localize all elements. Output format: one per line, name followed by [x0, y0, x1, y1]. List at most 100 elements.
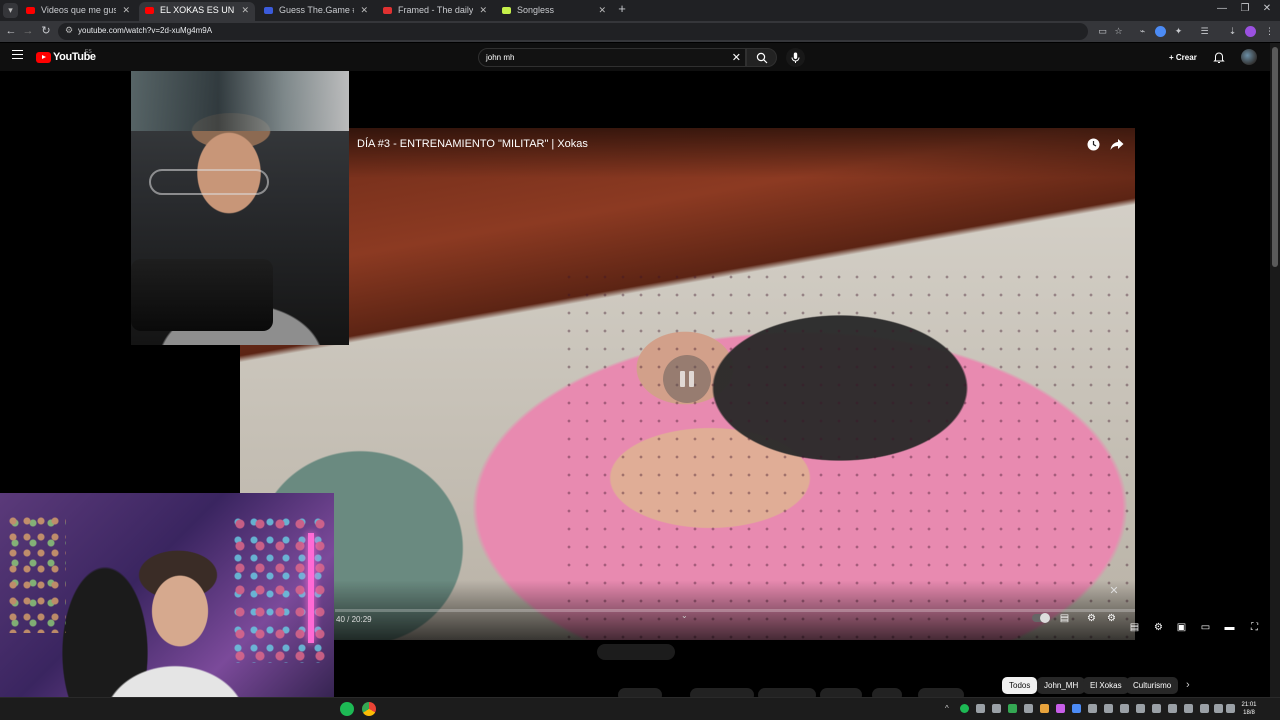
extensions-puzzle-icon[interactable]: ✦	[1173, 26, 1184, 37]
tray-spotify-icon[interactable]	[960, 704, 969, 713]
search-query: john mh	[486, 53, 515, 62]
chevron-right-icon[interactable]: ›	[1186, 679, 1190, 691]
progress-bar[interactable]	[335, 609, 1135, 612]
webcam-background-shelf	[131, 71, 349, 131]
reading-list-icon[interactable]: ☰	[1199, 26, 1210, 37]
settings-gear-icon[interactable]: ⚙	[1085, 613, 1098, 624]
notifications-bell-icon[interactable]	[1212, 50, 1226, 64]
taskbar-clock[interactable]: 21:01 18/8	[1238, 701, 1260, 717]
address-bar[interactable]: ⚙ youtube.com/watch?v=2d-xuMg4m9A	[58, 23, 1088, 40]
restore-icon[interactable]: ❐	[1238, 3, 1252, 14]
microphone-icon	[791, 52, 800, 63]
tray-app-7-icon[interactable]	[1088, 704, 1097, 713]
chrome-icon[interactable]	[362, 702, 376, 716]
tray-app-8-icon[interactable]	[1104, 704, 1113, 713]
clear-search-icon[interactable]: ✕	[732, 51, 741, 64]
bookmark-star-icon[interactable]: ☆	[1113, 26, 1124, 37]
volume-icon[interactable]	[1226, 704, 1235, 713]
tray-app-2-icon[interactable]	[1008, 704, 1017, 713]
tab-songless[interactable]: Songless ✕	[496, 2, 612, 21]
share-arrow-icon[interactable]	[1110, 138, 1124, 151]
tray-app-14-icon[interactable]	[1200, 704, 1209, 713]
voice-search-button[interactable]	[786, 48, 805, 67]
tray-app-3-icon[interactable]	[1024, 704, 1033, 713]
youtube-logo-icon[interactable]	[36, 52, 51, 63]
youtube-country-code: ES	[85, 49, 92, 55]
new-tab-button[interactable]: +	[614, 1, 630, 16]
guessthegame-favicon-icon	[264, 7, 273, 14]
tray-app-11-icon[interactable]	[1152, 704, 1161, 713]
os-taskbar: ^ 21:01 18/8	[0, 697, 1280, 720]
webcam-microphone-shape	[131, 259, 273, 331]
tray-headset-icon[interactable]	[992, 704, 1001, 713]
autoplay-toggle[interactable]	[1032, 613, 1050, 623]
settings-icon[interactable]: ⚙	[1152, 622, 1165, 633]
site-info-icon[interactable]: ⚙	[65, 25, 73, 36]
close-icon[interactable]: ✕	[598, 2, 606, 19]
picture-in-picture-icon[interactable]: ▭	[1199, 622, 1212, 633]
browser-toolbar: ← → ↻ ⚙ youtube.com/watch?v=2d-xuMg4m9A …	[0, 21, 1280, 42]
extension-2-icon[interactable]	[1155, 26, 1166, 37]
tray-app-10-icon[interactable]	[1136, 704, 1145, 713]
webcam-neon-light	[308, 533, 314, 643]
tab-videos-que-me-gustan[interactable]: Videos que me gustan - YouTube ✕	[20, 2, 136, 21]
spotify-icon[interactable]	[340, 702, 354, 716]
back-arrow-icon[interactable]: ←	[4, 24, 18, 39]
close-window-icon[interactable]: ✕	[1260, 3, 1274, 14]
watch-later-clock-icon[interactable]	[1087, 138, 1100, 151]
tray-app-4-icon[interactable]	[1040, 704, 1049, 713]
video-title[interactable]: DÍA #3 - ENTRENAMIENTO "MILITAR" | Xokas	[357, 138, 588, 150]
tab-framed[interactable]: Framed - The daily movie guess ✕	[377, 2, 493, 21]
search-button[interactable]	[746, 48, 777, 67]
close-icon[interactable]: ✕	[122, 2, 130, 19]
subtitles-icon[interactable]: ▤	[1058, 613, 1071, 624]
tray-app-5-icon[interactable]	[1056, 704, 1065, 713]
streamer-webcam-top	[131, 71, 349, 345]
tray-app-12-icon[interactable]	[1168, 704, 1177, 713]
subtitles-cc-icon[interactable]: ▤	[1128, 622, 1141, 633]
cast-icon[interactable]: ▭	[1097, 26, 1108, 37]
page-scrollbar-thumb[interactable]	[1272, 47, 1278, 267]
network-icon[interactable]	[1214, 704, 1223, 713]
tray-overflow-icon[interactable]: ^	[945, 704, 954, 713]
hamburger-menu-icon[interactable]	[12, 50, 23, 59]
reload-icon[interactable]: ↻	[39, 24, 53, 39]
webcam-glasses-shape	[149, 169, 269, 195]
close-icon[interactable]: ✕	[479, 2, 487, 19]
close-card-icon[interactable]: ✕	[1107, 584, 1121, 598]
search-input[interactable]: john mh ✕	[478, 48, 746, 67]
kebab-menu-icon[interactable]: ⋮	[1264, 26, 1275, 37]
chip-todos[interactable]: Todos	[1002, 677, 1038, 694]
account-avatar[interactable]	[1241, 49, 1257, 65]
profile-icon[interactable]	[1245, 26, 1256, 37]
download-icon[interactable]: ⇣	[1227, 26, 1238, 37]
minimize-icon[interactable]: —	[1215, 3, 1229, 14]
pause-overlay-button[interactable]	[663, 355, 711, 403]
youtube-header: YouTube ES john mh ✕ + Crear	[0, 43, 1270, 71]
chip-el-xokas[interactable]: El Xokas	[1083, 677, 1129, 694]
fullscreen-icon[interactable]: ⛶	[1248, 622, 1261, 633]
youtube-favicon-icon	[26, 7, 35, 14]
chapter-chevron-icon[interactable]: ⌄	[681, 611, 688, 620]
youtube-favicon-icon	[145, 7, 154, 14]
tray-app-9-icon[interactable]	[1120, 704, 1129, 713]
chip-culturismo[interactable]: Culturismo	[1126, 677, 1179, 694]
close-icon[interactable]: ✕	[241, 2, 249, 19]
close-icon[interactable]: ✕	[360, 2, 368, 19]
streamer-webcam-bottom	[0, 493, 334, 720]
tray-app-1-icon[interactable]	[976, 704, 985, 713]
miniplayer-icon[interactable]: ▣	[1175, 622, 1188, 633]
tab-search-button[interactable]: ▾	[3, 3, 18, 18]
theater-mode-icon[interactable]: ▬	[1223, 622, 1236, 633]
taskbar-time: 21:01	[1241, 702, 1257, 708]
tab-el-xokas[interactable]: EL XOKAS ES UN BOCAS DE LA ✕	[139, 2, 255, 21]
forward-arrow-icon[interactable]: →	[21, 24, 35, 39]
hd-settings-icon[interactable]: ⚙	[1105, 613, 1118, 624]
video-player[interactable]: DÍA #3 - ENTRENAMIENTO "MILITAR" | Xokas…	[240, 128, 1135, 640]
tray-app-6-icon[interactable]	[1072, 704, 1081, 713]
tray-app-13-icon[interactable]	[1184, 704, 1193, 713]
chip-john-mh[interactable]: John_MH	[1037, 677, 1086, 694]
create-button[interactable]: + Crear	[1163, 48, 1203, 67]
tab-guess-the-game[interactable]: Guess The.Game #1192 ✕	[258, 2, 374, 21]
extension-1-icon[interactable]: ⌁	[1137, 26, 1148, 37]
